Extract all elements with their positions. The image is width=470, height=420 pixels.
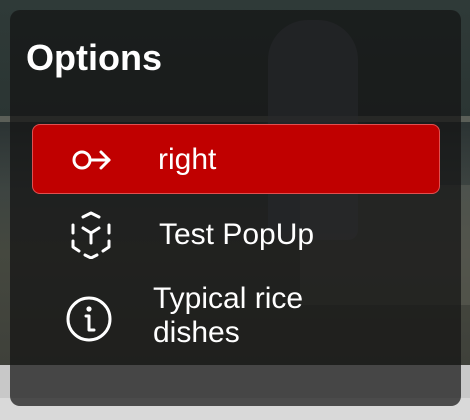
arrow-right-circle-icon	[67, 135, 117, 185]
menu-item-typical-rice-dishes[interactable]: Typical rice dishes	[32, 276, 440, 366]
menu-title: Options	[26, 37, 162, 78]
menu-item-right[interactable]: right	[32, 124, 440, 194]
video-player: Options right Test PopUp Typical rice di…	[0, 0, 470, 420]
menu-item-label: Test PopUp	[159, 218, 315, 251]
options-menu: Options right Test PopUp Typical rice di…	[10, 10, 461, 406]
menu-item-label: Typical rice dishes	[153, 282, 304, 349]
info-circle-icon	[64, 294, 114, 344]
menu-item-test-popup[interactable]: Test PopUp	[32, 200, 440, 270]
scan-cube-icon	[66, 210, 116, 260]
menu-item-label: right	[158, 143, 217, 176]
